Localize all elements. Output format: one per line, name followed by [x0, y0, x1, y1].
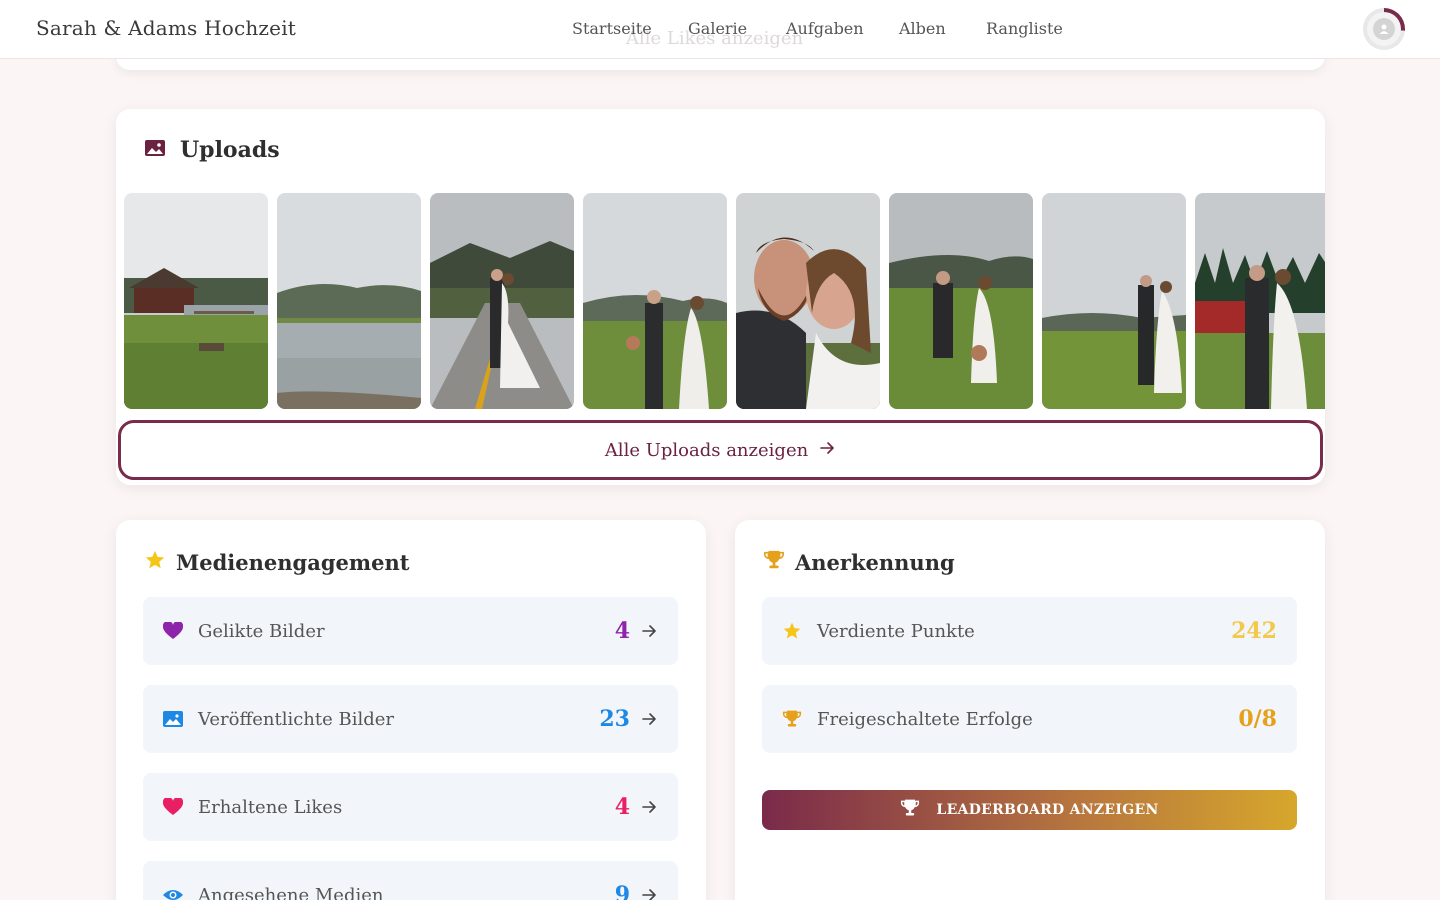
stat-row-viewed-media[interactable]: Angesehene Medien 9	[143, 861, 678, 900]
nav-startseite[interactable]: Startseite	[572, 19, 652, 38]
stat-value: 4	[614, 618, 630, 644]
uploads-card: Uploads Alle Uploads anzeigen	[116, 109, 1325, 485]
recognition-card: Anerkennung Verdiente Punkte 242 Freiges…	[735, 520, 1325, 900]
upload-thumbnail[interactable]	[889, 193, 1033, 409]
image-icon	[144, 137, 166, 163]
nav-aufgaben[interactable]: Aufgaben	[786, 19, 864, 38]
stat-value: 4	[614, 794, 630, 820]
recognition-title: Anerkennung	[795, 550, 955, 575]
stat-value: 0/8	[1238, 706, 1277, 732]
recognition-heading: Anerkennung	[763, 549, 955, 576]
user-icon	[1373, 18, 1395, 40]
stat-row-earned-points: Verdiente Punkte 242	[762, 597, 1297, 665]
upload-thumbnail[interactable]	[1195, 193, 1325, 409]
stat-label: Angesehene Medien	[198, 884, 384, 900]
heart-icon	[163, 621, 183, 641]
arrow-right-icon	[640, 710, 658, 728]
arrow-right-icon	[640, 622, 658, 640]
stat-label: Freigeschaltete Erfolge	[817, 708, 1033, 730]
uploads-heading: Uploads	[144, 137, 280, 163]
engagement-title: Medienengagement	[176, 550, 410, 575]
nav-galerie[interactable]: Galerie	[688, 19, 747, 38]
stat-row-liked-images[interactable]: Gelikte Bilder 4	[143, 597, 678, 665]
stat-label: Gelikte Bilder	[198, 620, 325, 642]
stat-label: Erhaltene Likes	[198, 796, 343, 818]
arrow-right-icon	[640, 798, 658, 816]
stat-value: 23	[599, 706, 630, 732]
upload-thumbnail[interactable]	[124, 193, 268, 409]
trophy-icon	[763, 549, 785, 576]
leaderboard-label: LEADERBOARD ANZEIGEN	[936, 802, 1159, 818]
engagement-card: Medienengagement Gelikte Bilder 4 Veröff…	[116, 520, 706, 900]
all-uploads-button[interactable]: Alle Uploads anzeigen	[118, 420, 1323, 480]
upload-thumbnails	[124, 193, 1325, 409]
avatar-button[interactable]	[1363, 8, 1405, 50]
all-uploads-label: Alle Uploads anzeigen	[604, 439, 809, 461]
stat-row-unlocked-achievements: Freigeschaltete Erfolge 0/8	[762, 685, 1297, 753]
stat-label: Verdiente Punkte	[817, 620, 975, 642]
arrow-right-icon	[640, 886, 658, 900]
uploads-title: Uploads	[180, 137, 280, 163]
nav-alben[interactable]: Alben	[899, 19, 946, 38]
upload-thumbnail[interactable]	[583, 193, 727, 409]
stat-row-published-images[interactable]: Veröffentlichte Bilder 23	[143, 685, 678, 753]
upload-thumbnail[interactable]	[736, 193, 880, 409]
image-icon	[163, 709, 183, 729]
nav-rangliste[interactable]: Rangliste	[986, 19, 1063, 38]
eye-icon	[163, 885, 183, 900]
upload-thumbnail[interactable]	[277, 193, 421, 409]
main-nav: Alle Likes anzeigen Startseite Galerie A…	[0, 0, 1440, 59]
trophy-icon	[782, 709, 802, 729]
stat-label: Veröffentlichte Bilder	[198, 708, 395, 730]
upload-thumbnail[interactable]	[1042, 193, 1186, 409]
engagement-heading: Medienengagement	[144, 549, 409, 576]
stat-row-received-likes[interactable]: Erhaltene Likes 4	[143, 773, 678, 841]
leaderboard-button[interactable]: LEADERBOARD ANZEIGEN	[762, 790, 1297, 830]
upload-thumbnail[interactable]	[430, 193, 574, 409]
trophy-icon	[900, 798, 920, 822]
heart-icon	[163, 797, 183, 817]
top-navbar: Sarah & Adams Hochzeit Alle Likes anzeig…	[0, 0, 1440, 59]
star-icon	[144, 549, 166, 576]
arrow-right-icon	[818, 439, 836, 462]
stat-value: 9	[614, 882, 630, 900]
star-icon	[782, 621, 802, 641]
stat-value: 242	[1231, 618, 1277, 644]
